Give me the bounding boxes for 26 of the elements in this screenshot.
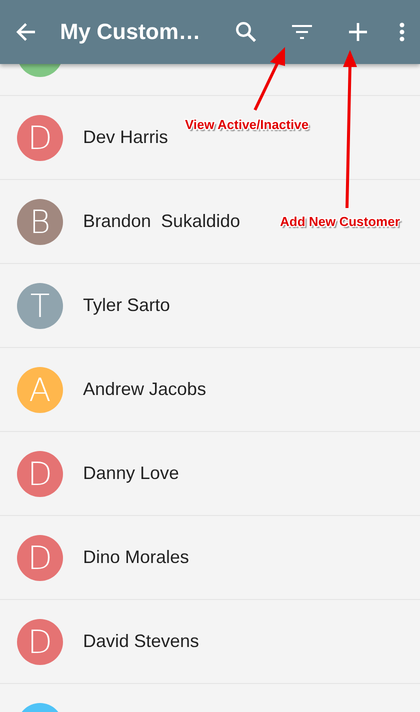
customer-row[interactable]: D Dino Morales (0, 516, 420, 600)
annotation-label: View Active/Inactive (185, 117, 309, 132)
customer-name: Dino Morales (83, 547, 190, 568)
annotation-arrow (254, 47, 285, 111)
add-icon[interactable] (346, 20, 370, 44)
avatar-letter: D (28, 118, 52, 156)
avatar-letter: A (29, 370, 51, 408)
more-icon[interactable] (398, 20, 406, 44)
avatar-letter: D (28, 538, 52, 576)
annotation-label: Add New Customer (280, 214, 400, 229)
customer-row[interactable]: A Andrew Jacobs (0, 348, 420, 432)
screen-title: My Custom… (60, 19, 202, 45)
customer-row[interactable]: D Danny Love (0, 432, 420, 516)
customer-name: Tyler Sarto (83, 295, 170, 316)
customer-name: Brandon Sukaldido (83, 211, 240, 232)
customer-name: Dev Harris (83, 127, 168, 148)
avatar-letter: T (30, 286, 50, 324)
avatar-letter: D (28, 622, 52, 660)
customer-name: Andrew Jacobs (83, 379, 206, 400)
avatar-letter: D (28, 454, 52, 492)
customer-row[interactable]: T Tyler Sarto (0, 264, 420, 348)
customer-row[interactable]: D David Stevens (0, 600, 420, 684)
customer-name: Danny Love (83, 463, 180, 484)
search-icon[interactable] (234, 20, 258, 44)
avatar-letter: B (30, 202, 50, 240)
customer-name: David Stevens (83, 631, 200, 652)
